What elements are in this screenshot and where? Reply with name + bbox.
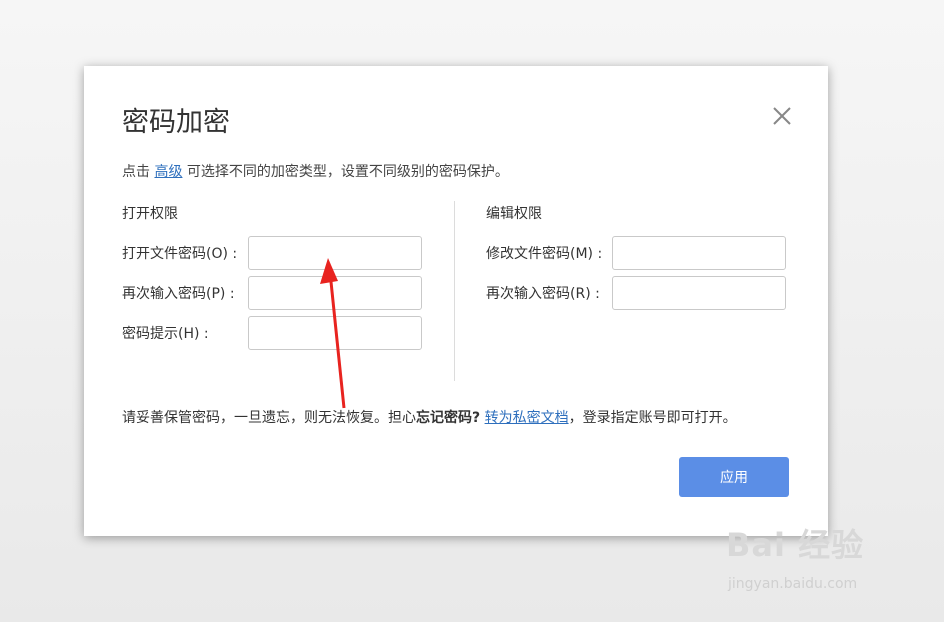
dialog-title: 密码加密 [122,107,230,138]
note-prefix: 请妥善保管密码，一旦遗忘，则无法恢复。担心 [122,410,416,426]
intro-suffix: 可选择不同的加密类型，设置不同级别的密码保护。 [186,164,509,180]
password-hint-row: 密码提示(H) : [122,316,422,350]
baidu-watermark: Bai 经验 jingyan.baidu.com [726,520,896,610]
modify-password-input[interactable] [612,236,786,270]
note-suffix: ，登录指定账号即可打开。 [568,410,737,426]
open-password-confirm-input[interactable] [248,276,422,310]
apply-button[interactable]: 应用 [679,457,789,497]
modify-password-label: 修改文件密码(M) : [486,246,603,262]
open-password-row: 打开文件密码(O) : [122,236,422,270]
intro-text: 点击 高级 可选择不同的加密类型，设置不同级别的密码保护。 [122,161,509,181]
edit-permission-heading: 编辑权限 [486,206,542,222]
password-warning-note: 请妥善保管密码，一旦遗忘，则无法恢复。担心忘记密码? 转为私密文档，登录指定账号… [122,407,737,427]
convert-private-doc-link[interactable]: 转为私密文档 [485,410,569,426]
modify-password-confirm-label: 再次输入密码(R) : [486,286,600,302]
password-hint-input[interactable] [248,316,422,350]
open-password-input[interactable] [248,236,422,270]
forgot-password-text: 忘记密码? [416,410,481,426]
open-permission-heading: 打开权限 [122,206,178,222]
password-encryption-dialog: 密码加密 点击 高级 可选择不同的加密类型，设置不同级别的密码保护。 打开权限 … [84,66,828,536]
open-password-label: 打开文件密码(O) : [122,246,238,262]
watermark-url: jingyan.baidu.com [728,576,858,592]
advanced-link[interactable]: 高级 [154,164,182,180]
close-icon[interactable] [770,104,794,128]
watermark-logo: Bai 经验 [726,526,865,564]
open-password-confirm-row: 再次输入密码(P) : [122,276,422,310]
section-divider [454,201,455,381]
modify-password-confirm-input[interactable] [612,276,786,310]
password-hint-label: 密码提示(H) : [122,326,209,342]
modify-password-row: 修改文件密码(M) : [486,236,786,270]
intro-prefix: 点击 [122,164,150,180]
open-password-confirm-label: 再次输入密码(P) : [122,286,235,302]
modify-password-confirm-row: 再次输入密码(R) : [486,276,786,310]
